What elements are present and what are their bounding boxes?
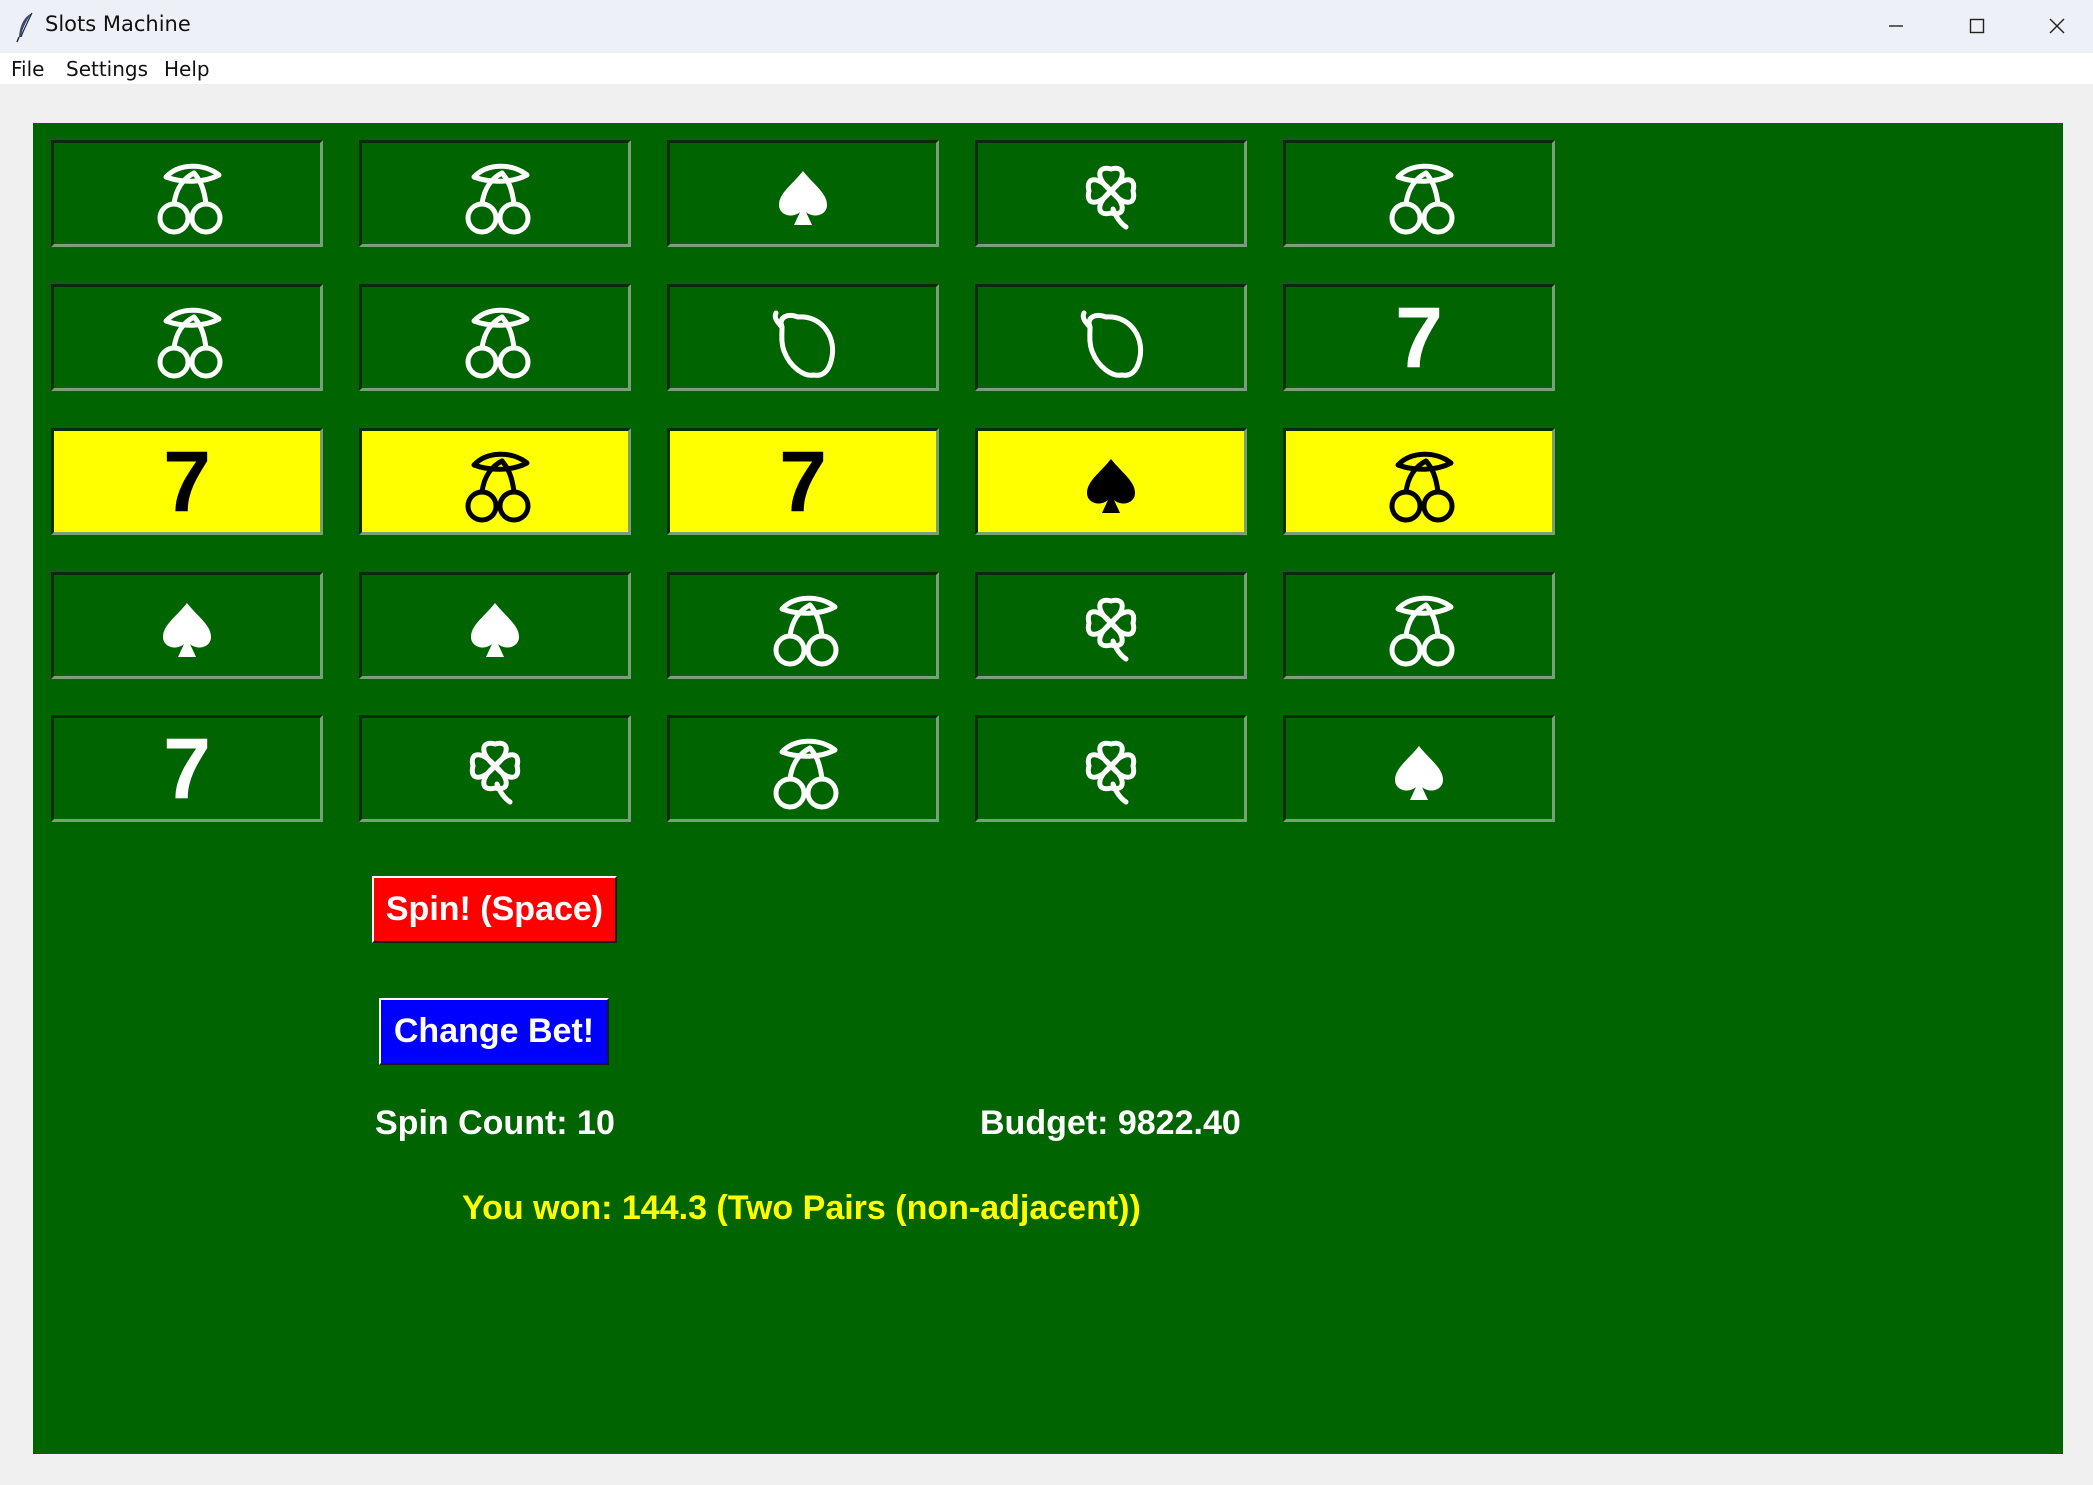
reel-cell-lemon [975, 284, 1247, 391]
reel-cell-spade [975, 428, 1247, 535]
minimize-button[interactable] [1856, 0, 1936, 53]
reel-cell-lemon [667, 284, 939, 391]
cherry-icon [1389, 163, 1455, 235]
seven-symbol: 7 [779, 433, 827, 530]
clover-icon [469, 740, 521, 805]
menu-file[interactable]: File [11, 57, 44, 81]
cherry-icon [1389, 451, 1455, 523]
reel-cell-spade [1283, 715, 1555, 822]
cherry-icon [773, 738, 839, 810]
reel-cell-spade [667, 140, 939, 247]
reel-cell-spade [359, 572, 631, 679]
reel-cell-cherry [667, 572, 939, 679]
reel-cell-cherry [1283, 140, 1555, 247]
reel-cell-spade [51, 572, 323, 679]
seven-symbol: 7 [163, 433, 211, 530]
reel-cell-cherry [51, 140, 323, 247]
result-label: You won: 144.3 (Two Pairs (non-adjacent)… [462, 1189, 1141, 1227]
seven-symbol: 7 [163, 720, 211, 817]
spin-count-label: Spin Count: 10 [375, 1104, 615, 1142]
slot-board: 7 7 7 7 Spin! (Space) Change Bet! Spin Co… [33, 123, 2063, 1454]
clover-icon [1085, 165, 1137, 230]
reel-cell-clover [975, 140, 1247, 247]
spade-icon [471, 603, 519, 657]
title-bar: Slots Machine [0, 0, 2093, 53]
lemon-icon [772, 310, 836, 378]
maximize-icon [1969, 18, 1985, 34]
menu-settings[interactable]: Settings [66, 57, 148, 81]
reel-cell-seven: 7 [51, 715, 323, 822]
reel-cell-seven: 7 [667, 428, 939, 535]
cherry-icon [465, 163, 531, 235]
reel-cell-cherry [359, 428, 631, 535]
spade-icon [163, 603, 211, 657]
reel-cell-cherry [51, 284, 323, 391]
window-title: Slots Machine [45, 12, 191, 36]
reel-cell-cherry [667, 715, 939, 822]
spin-button[interactable]: Spin! (Space) [372, 876, 617, 943]
cherry-icon [465, 451, 531, 523]
spade-icon [1395, 746, 1443, 800]
reel-cell-clover [975, 715, 1247, 822]
reel-cell-cherry [1283, 572, 1555, 679]
cherry-icon [1389, 595, 1455, 667]
menu-help[interactable]: Help [164, 57, 210, 81]
menu-bar: File Settings Help [0, 53, 2093, 84]
lemon-icon [1080, 310, 1144, 378]
budget-label: Budget: 9822.40 [980, 1104, 1241, 1142]
reel-cell-seven: 7 [1283, 284, 1555, 391]
reel-cell-clover [359, 715, 631, 822]
reel-cell-cherry [1283, 428, 1555, 535]
spade-icon [779, 171, 827, 225]
reel-cell-seven: 7 [51, 428, 323, 535]
spin-button-label: Spin! (Space) [385, 890, 604, 928]
change-bet-button[interactable]: Change Bet! [379, 998, 609, 1065]
cherry-icon [773, 595, 839, 667]
cherry-icon [465, 307, 531, 379]
cherry-icon [157, 307, 223, 379]
change-bet-button-label: Change Bet! [393, 1012, 595, 1050]
seven-symbol: 7 [1395, 289, 1443, 386]
cherry-icon [157, 163, 223, 235]
minimize-icon [1889, 25, 1903, 27]
clover-icon [1085, 597, 1137, 662]
close-button[interactable] [2017, 0, 2093, 53]
reel-cell-cherry [359, 284, 631, 391]
reel-cell-cherry [359, 140, 631, 247]
spade-icon [1087, 459, 1135, 513]
clover-icon [1085, 740, 1137, 805]
close-icon [2049, 18, 2065, 34]
feather-icon [16, 12, 33, 43]
reel-cell-clover [975, 572, 1247, 679]
maximize-button[interactable] [1937, 0, 2017, 53]
